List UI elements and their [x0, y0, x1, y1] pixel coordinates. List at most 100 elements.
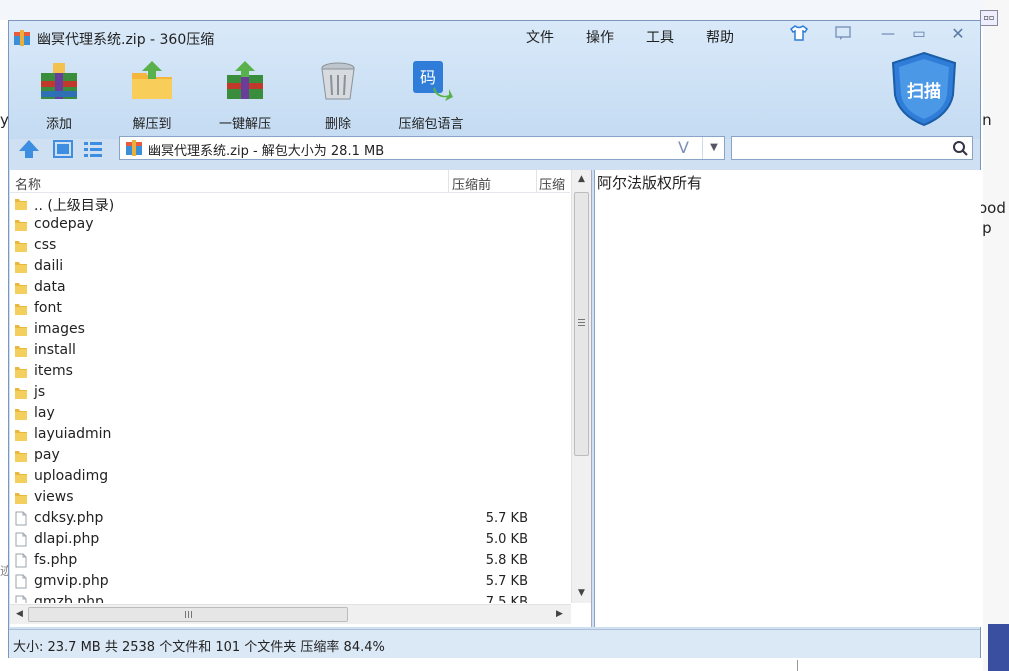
file-icon [15, 574, 27, 589]
horizontal-scroll-thumb[interactable] [28, 607, 348, 622]
list-item[interactable]: data [10, 277, 570, 298]
list-item[interactable]: pay [10, 445, 570, 466]
vertical-scroll-thumb[interactable] [574, 192, 589, 456]
quick-extract-button[interactable]: 一键解压 [205, 59, 285, 132]
list-item[interactable]: layuiadmin [10, 424, 570, 445]
menu-help[interactable]: 帮助 [706, 27, 734, 47]
scroll-right-icon[interactable]: ▶ [550, 609, 569, 619]
horizontal-scrollbar[interactable]: ◀ ▶ [10, 604, 571, 624]
file-name: images [34, 321, 85, 337]
archive-encoding-icon: 码 [413, 61, 453, 101]
add-button[interactable]: 添加 [19, 59, 99, 132]
desktop-tile-button[interactable]: ▫▫ [980, 10, 998, 26]
close-button[interactable]: ✕ [947, 25, 969, 43]
file-name: fs.php [34, 552, 78, 568]
list-item[interactable]: items [10, 361, 570, 382]
list-item[interactable]: cdksy.php 5.7 KB [10, 508, 570, 529]
file-name: cdksy.php [34, 510, 104, 526]
folder-icon [15, 367, 27, 378]
list-item[interactable]: gmzb.php 7.5 KB [10, 592, 570, 603]
feedback-icon[interactable] [832, 25, 854, 43]
scroll-down-icon[interactable]: ▼ [572, 588, 591, 598]
list-item[interactable]: uploadimg [10, 466, 570, 487]
list-item[interactable]: css [10, 235, 570, 256]
list-item[interactable]: images [10, 319, 570, 340]
menu-file[interactable]: 文件 [526, 27, 554, 47]
file-icon [15, 553, 27, 568]
archive-encoding-button[interactable]: 码 压缩包语言 [391, 59, 471, 132]
list-item[interactable]: install [10, 340, 570, 361]
desktop-label: ood [978, 199, 1006, 217]
file-name: font [34, 300, 62, 316]
file-name: pay [34, 447, 60, 463]
column-divider[interactable] [536, 170, 537, 192]
scroll-up-icon[interactable]: ▲ [572, 174, 591, 184]
list-item[interactable]: .. (上级目录) [10, 193, 570, 214]
folder-icon [15, 409, 27, 420]
extract-to-label: 解压到 [132, 117, 172, 132]
archive-icon [126, 140, 142, 156]
list-item[interactable]: lay [10, 403, 570, 424]
folder-icon [15, 325, 27, 336]
file-name: .. (上级目录) [34, 198, 115, 214]
column-ratio[interactable]: 压缩 [539, 174, 565, 193]
view-list-button[interactable] [81, 138, 105, 160]
column-name[interactable]: 名称 [15, 174, 41, 193]
file-name: gmzb.php [34, 594, 104, 603]
list-item[interactable]: codepay [10, 214, 570, 235]
vertical-scrollbar[interactable]: ▲ ▼ [571, 170, 591, 603]
addr-v-glyph: V [678, 138, 689, 157]
archive-encoding-label: 压缩包语言 [398, 117, 464, 132]
folder-icon [15, 493, 27, 504]
up-level-button[interactable] [17, 138, 41, 160]
list-item[interactable]: js [10, 382, 570, 403]
file-name: dlapi.php [34, 531, 100, 547]
search-icon[interactable] [952, 140, 968, 156]
list-item[interactable]: daili [10, 256, 570, 277]
folder-icon [15, 451, 27, 462]
list-item[interactable]: views [10, 487, 570, 508]
menu-operation[interactable]: 操作 [586, 27, 614, 47]
maximize-button[interactable]: ▭ [908, 25, 930, 43]
column-size-before[interactable]: 压缩前 [452, 174, 491, 193]
list-item[interactable]: font [10, 298, 570, 319]
file-size: 5.0 KB [485, 532, 528, 547]
delete-label: 删除 [324, 117, 351, 132]
list-item[interactable]: fs.php 5.8 KB [10, 550, 570, 571]
file-rows: .. (上级目录) codepay css daili data font images in… [10, 193, 570, 603]
file-name: css [34, 237, 57, 253]
file-size: 5.8 KB [485, 553, 528, 568]
chevron-down-icon[interactable]: ▼ [702, 137, 725, 159]
file-name: install [34, 342, 76, 358]
scan-button[interactable]: 扫描 [891, 51, 957, 127]
preview-panel: 阿尔法版权所有 [594, 170, 981, 627]
folder-icon [15, 262, 27, 273]
column-divider[interactable] [448, 170, 449, 192]
thumbnail-view-icon [53, 140, 73, 158]
list-item[interactable]: dlapi.php 5.0 KB [10, 529, 570, 550]
address-box[interactable]: 幽冥代理系统.zip - 解包大小为 28.1 MB V ▼ [119, 136, 725, 160]
file-name: daili [34, 258, 64, 274]
delete-trash-icon [321, 62, 355, 100]
desktop-divider [797, 660, 798, 671]
desktop-right-strip [983, 0, 1009, 671]
folder-icon [15, 472, 27, 483]
file-size: 7.5 KB [485, 595, 528, 603]
encoding-glyph: 码 [420, 68, 436, 87]
search-box[interactable] [731, 136, 973, 160]
delete-button[interactable]: 删除 [298, 59, 378, 132]
file-name: layuiadmin [34, 426, 112, 442]
address-text: 幽冥代理系统.zip - 解包大小为 28.1 MB [148, 144, 385, 159]
skin-shirt-icon[interactable] [788, 25, 810, 43]
scroll-left-icon[interactable]: ◀ [10, 609, 29, 619]
minimize-button[interactable]: — [877, 25, 899, 43]
file-icon [15, 532, 27, 547]
folder-icon [15, 304, 27, 315]
extract-to-button[interactable]: 解压到 [112, 59, 192, 132]
folder-icon [15, 283, 27, 294]
scan-label: 扫描 [907, 82, 941, 102]
view-thumbnail-button[interactable] [51, 138, 75, 160]
menu-tools[interactable]: 工具 [646, 27, 674, 47]
extract-to-icon [132, 61, 172, 99]
list-item[interactable]: gmvip.php 5.7 KB [10, 571, 570, 592]
